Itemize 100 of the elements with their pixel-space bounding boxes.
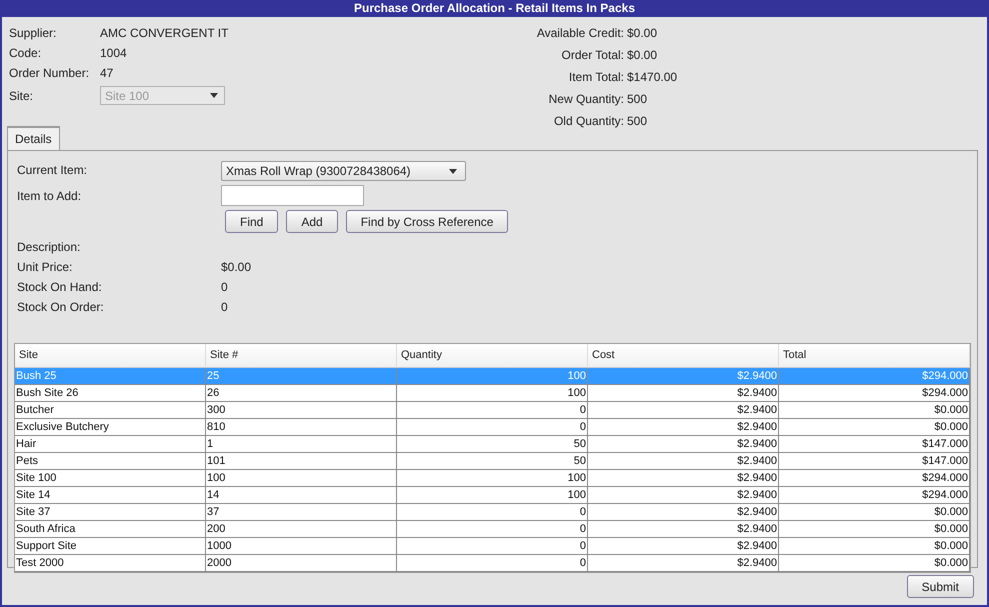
field-value: $0.00 <box>221 259 252 276</box>
table-cell: $2.9400 <box>588 368 779 385</box>
field-value: $0.00 <box>627 25 658 42</box>
column-header[interactable]: Cost <box>588 344 779 368</box>
table-cell: $2.9400 <box>588 419 779 436</box>
table-cell: $147.000 <box>779 436 970 453</box>
table-cell: Site 14 <box>15 487 206 504</box>
field-label: Stock On Order: <box>17 299 105 316</box>
table-cell: 100 <box>397 470 588 487</box>
field-label: Code: <box>9 45 42 62</box>
table-cell: $2.9400 <box>588 521 779 538</box>
field-value: $1470.00 <box>627 69 678 86</box>
table-cell: 50 <box>397 436 588 453</box>
table-cell: 100 <box>397 385 588 402</box>
field-value: 47 <box>100 65 114 82</box>
table-cell: 2000 <box>206 555 397 572</box>
field-label: Item to Add: <box>17 188 82 204</box>
table-cell: 0 <box>397 419 588 436</box>
table-cell: 50 <box>397 453 588 470</box>
table-cell: 810 <box>206 419 397 436</box>
table-cell: 100 <box>397 487 588 504</box>
column-header[interactable]: Site <box>15 344 206 368</box>
field-label: Available Credit: <box>536 25 625 42</box>
submit-button[interactable]: Submit <box>906 575 974 598</box>
field-value: $0.00 <box>627 47 658 64</box>
column-header[interactable]: Total <box>779 344 970 368</box>
field-value: 500 <box>627 91 648 108</box>
table-cell: $0.000 <box>779 504 970 521</box>
table-cell: 0 <box>397 504 588 521</box>
table-cell: 300 <box>206 402 397 419</box>
caret-icon <box>210 93 218 98</box>
table-cell: $0.000 <box>779 419 970 436</box>
table-cell: $2.9400 <box>588 538 779 555</box>
table-cell: 1000 <box>206 538 397 555</box>
column-header[interactable]: Quantity <box>397 344 588 368</box>
table-cell: $0.000 <box>779 402 970 419</box>
table-cell: $0.000 <box>779 521 970 538</box>
table-cell: $2.9400 <box>588 504 779 521</box>
table-cell: 14 <box>206 487 397 504</box>
field-value: 0 <box>221 299 228 316</box>
table-cell: 1 <box>206 436 397 453</box>
field-label: Order Total: <box>560 47 625 64</box>
action-button[interactable]: Find by Cross Reference <box>346 210 508 233</box>
field-label: Stock On Hand: <box>17 279 103 296</box>
table-cell: $0.000 <box>779 555 970 572</box>
table-cell: Bush Site 26 <box>15 385 206 402</box>
table-cell: $2.9400 <box>588 385 779 402</box>
item-dropdown[interactable]: Xmas Roll Wrap (9300728438064) <box>221 161 466 181</box>
action-button[interactable]: Add <box>286 210 338 233</box>
table-cell: $0.000 <box>779 538 970 555</box>
table-cell: 25 <box>206 368 397 385</box>
table-cell: $2.9400 <box>588 470 779 487</box>
caret-icon <box>449 168 457 174</box>
field-label: Site: <box>9 88 34 105</box>
table-cell: 0 <box>397 521 588 538</box>
details-tab[interactable]: Details <box>7 126 60 150</box>
table-cell: 0 <box>397 555 588 572</box>
table-cell: Pets <box>15 453 206 470</box>
table-cell: 37 <box>206 504 397 521</box>
table-cell: Test 2000 <box>15 555 206 572</box>
table-cell: 100 <box>397 368 588 385</box>
field-label: Old Quantity: <box>552 113 625 130</box>
field-value: 1004 <box>100 45 127 62</box>
table-cell: $2.9400 <box>588 453 779 470</box>
field-value: 0 <box>221 279 228 296</box>
table-cell: 100 <box>206 470 397 487</box>
table-cell: 0 <box>397 538 588 555</box>
table-cell: $2.9400 <box>588 555 779 572</box>
table-cell: $2.9400 <box>588 487 779 504</box>
field-label: Current Item: <box>17 162 88 179</box>
table-cell: 0 <box>397 402 588 419</box>
column-header[interactable]: Site # <box>206 344 397 368</box>
table-cell: Site 100 <box>15 470 206 487</box>
field-label: Order Number: <box>9 65 90 82</box>
table-cell: Bush 25 <box>15 368 206 385</box>
table-cell: 101 <box>206 453 397 470</box>
table-cell: Exclusive Butchery <box>15 419 206 436</box>
field-label: Supplier: <box>9 25 58 42</box>
field-value: AMC CONVERGENT IT <box>100 25 228 42</box>
field-value: 500 <box>627 113 648 130</box>
table-cell: $294.000 <box>779 487 970 504</box>
table-cell: $2.9400 <box>588 402 779 419</box>
table-cell: 200 <box>206 521 397 538</box>
table-cell: 26 <box>206 385 397 402</box>
table-cell: $294.000 <box>779 470 970 487</box>
table-cell: Hair <box>15 436 206 453</box>
action-button[interactable]: Find <box>225 210 278 233</box>
table-cell: Site 37 <box>15 504 206 521</box>
item-input-field[interactable] <box>221 185 364 206</box>
table-cell: $294.000 <box>779 385 970 402</box>
table-cell: $147.000 <box>779 453 970 470</box>
field-label: Unit Price: <box>17 259 74 276</box>
table-cell: Butcher <box>15 402 206 419</box>
table-cell: South Africa <box>15 521 206 538</box>
field-label: Item Total: <box>568 69 625 86</box>
field-label: Description: <box>17 239 82 256</box>
table-cell: Support Site <box>15 538 206 555</box>
table-cell: $294.000 <box>779 368 970 385</box>
field-label: New Quantity: <box>548 91 625 108</box>
window-title: Purchase Order Allocation - Retail Items In Packs <box>2 0 987 17</box>
